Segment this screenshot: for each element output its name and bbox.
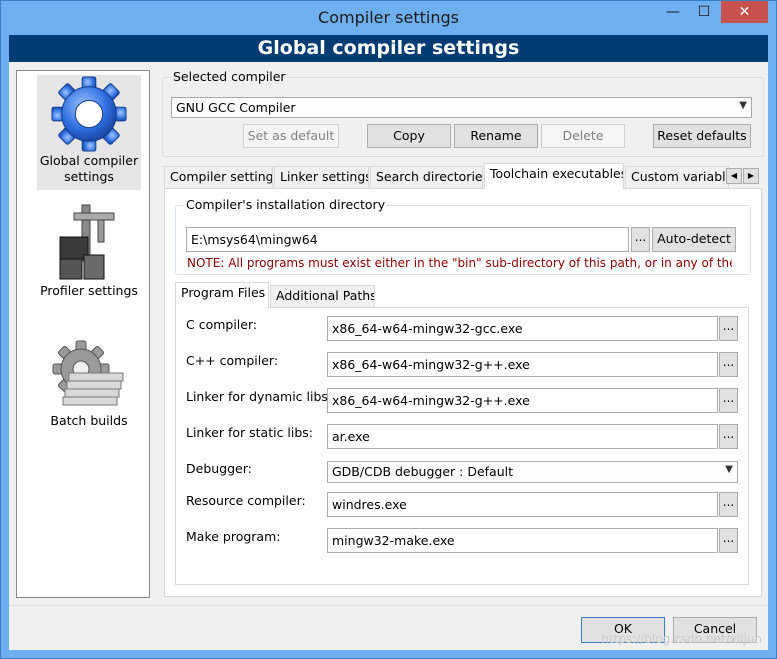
static-linker-label: Linker for static libs: bbox=[186, 425, 314, 440]
make-program-input[interactable]: mingw32-make.exe bbox=[327, 528, 718, 553]
title-bar[interactable]: Compiler settings — ☐ ✕ bbox=[1, 1, 776, 35]
dialog-client: Global compiler settings Global compiler… bbox=[9, 35, 768, 650]
close-button[interactable]: ✕ bbox=[721, 1, 768, 23]
compiler-select[interactable]: GNU GCC Compiler ▼ bbox=[171, 97, 752, 118]
tab-program-files[interactable]: Program Files bbox=[175, 282, 269, 308]
static-linker-input[interactable]: ar.exe bbox=[327, 424, 718, 449]
sidebar: Global compiler settings Profiler settin… bbox=[16, 70, 150, 598]
tab-scroll-left-button[interactable]: ◀ bbox=[726, 168, 742, 184]
auto-detect-button[interactable]: Auto-detect bbox=[652, 227, 736, 252]
debugger-select-value: GDB/CDB debugger : Default bbox=[332, 464, 514, 479]
resource-compiler-value: windres.exe bbox=[332, 497, 407, 512]
cpp-compiler-input[interactable]: x86_64-w64-mingw32-g++.exe bbox=[327, 352, 718, 377]
group-title: Compiler's installation directory bbox=[184, 197, 388, 212]
caliper-icon bbox=[59, 204, 115, 280]
page-title-banner: Global compiler settings bbox=[9, 35, 768, 62]
install-note-text: NOTE: All programs must exist either in … bbox=[187, 256, 732, 270]
maximize-button[interactable]: ☐ bbox=[690, 1, 718, 23]
browse-resource-compiler-button[interactable]: ... bbox=[719, 492, 738, 517]
batch-gear-icon bbox=[52, 340, 124, 406]
resource-compiler-input[interactable]: windres.exe bbox=[327, 492, 718, 517]
tab-compiler-settings[interactable]: Compiler settings bbox=[164, 166, 273, 188]
c-compiler-value: x86_64-w64-mingw32-gcc.exe bbox=[332, 321, 523, 336]
browse-make-program-button[interactable]: ... bbox=[719, 528, 738, 553]
tab-additional-paths[interactable]: Additional Paths bbox=[270, 285, 375, 307]
dialog-window: Compiler settings — ☐ ✕ Global compiler … bbox=[0, 0, 777, 659]
copy-button[interactable]: Copy bbox=[367, 124, 451, 148]
installation-directory-value: E:\msys64\mingw64 bbox=[191, 232, 318, 247]
sidebar-item-label: Profiler settings bbox=[40, 283, 138, 298]
installation-directory-input[interactable]: E:\msys64\mingw64 bbox=[186, 227, 629, 252]
sidebar-item-profiler-settings[interactable]: Profiler settings bbox=[37, 203, 141, 299]
rename-button[interactable]: Rename bbox=[454, 124, 538, 148]
minimize-button[interactable]: — bbox=[656, 1, 690, 23]
debugger-label: Debugger: bbox=[186, 461, 252, 476]
set-as-default-button[interactable]: Set as default bbox=[243, 124, 339, 148]
resource-compiler-label: Resource compiler: bbox=[186, 493, 306, 508]
settings-tabs: Compiler settings Linker settings Search… bbox=[164, 163, 762, 189]
compiler-select-value: GNU GCC Compiler bbox=[176, 100, 296, 115]
tab-custom-variables[interactable]: Custom variable bbox=[625, 166, 729, 188]
chevron-down-icon: ▼ bbox=[739, 100, 747, 111]
static-linker-value: ar.exe bbox=[332, 429, 370, 444]
dynamic-linker-input[interactable]: x86_64-w64-mingw32-g++.exe bbox=[327, 388, 718, 413]
make-program-value: mingw32-make.exe bbox=[332, 533, 455, 548]
group-title: Selected compiler bbox=[171, 69, 288, 84]
gear-icon bbox=[51, 76, 127, 152]
make-program-label: Make program: bbox=[186, 529, 281, 544]
c-compiler-label: C compiler: bbox=[186, 317, 258, 332]
footer-divider bbox=[9, 605, 768, 606]
browse-static-linker-button[interactable]: ... bbox=[719, 424, 738, 449]
cpp-compiler-value: x86_64-w64-mingw32-g++.exe bbox=[332, 357, 530, 372]
sidebar-item-label: Batch builds bbox=[50, 413, 128, 428]
browse-cpp-compiler-button[interactable]: ... bbox=[719, 352, 738, 377]
tab-linker-settings[interactable]: Linker settings bbox=[274, 166, 369, 188]
watermark-text: https://blog.csdn.net/xiljun bbox=[601, 632, 762, 646]
delete-button[interactable]: Delete bbox=[541, 124, 625, 148]
program-subtabs: Program Files Additional Paths bbox=[175, 282, 749, 308]
browse-install-dir-button[interactable]: ... bbox=[631, 227, 650, 252]
tab-toolchain-executables[interactable]: Toolchain executables bbox=[484, 163, 624, 189]
browse-dynamic-linker-button[interactable]: ... bbox=[719, 388, 738, 413]
sidebar-item-global-compiler-settings[interactable]: Global compiler settings bbox=[37, 75, 141, 190]
dynamic-linker-label: Linker for dynamic libs: bbox=[186, 389, 333, 404]
chevron-down-icon: ▼ bbox=[725, 464, 733, 475]
reset-defaults-button[interactable]: Reset defaults bbox=[653, 124, 751, 148]
dynamic-linker-value: x86_64-w64-mingw32-g++.exe bbox=[332, 393, 530, 408]
c-compiler-input[interactable]: x86_64-w64-mingw32-gcc.exe bbox=[327, 316, 718, 341]
sidebar-item-batch-builds[interactable]: Batch builds bbox=[37, 339, 141, 429]
sidebar-item-label: Global compiler settings bbox=[39, 153, 139, 184]
debugger-select[interactable]: GDB/CDB debugger : Default ▼ bbox=[327, 461, 738, 483]
tab-scroll-right-button[interactable]: ▶ bbox=[743, 168, 759, 184]
tab-search-directories[interactable]: Search directories bbox=[370, 166, 483, 188]
browse-c-compiler-button[interactable]: ... bbox=[719, 316, 738, 341]
cpp-compiler-label: C++ compiler: bbox=[186, 353, 279, 368]
